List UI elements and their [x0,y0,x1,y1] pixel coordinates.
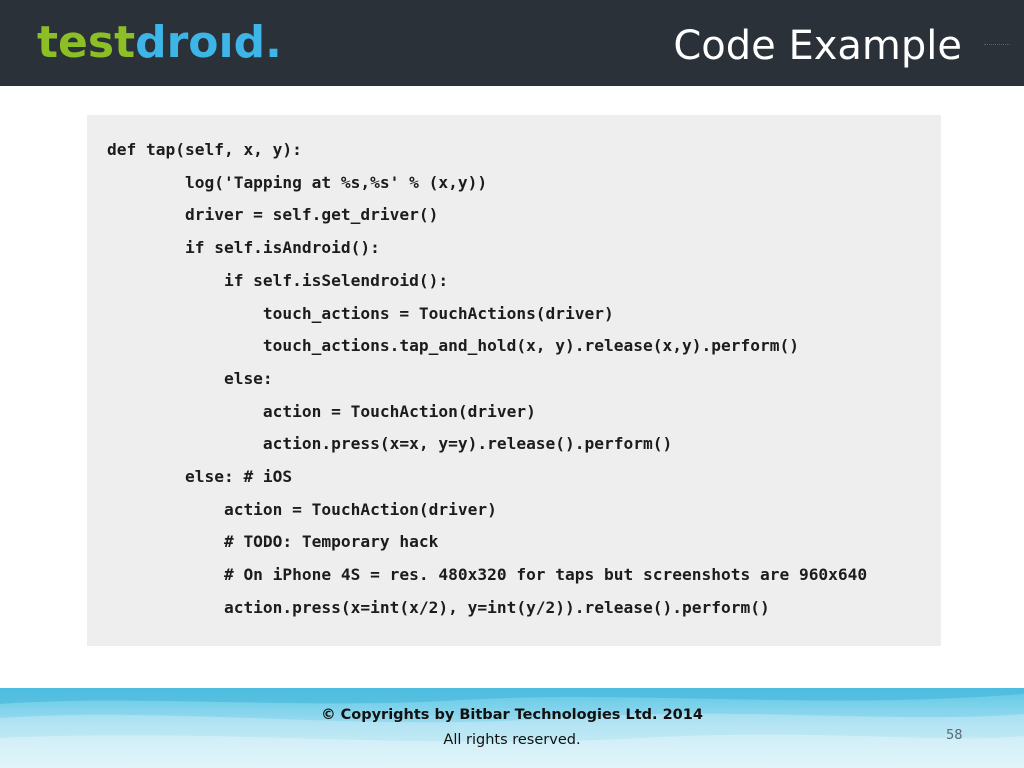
code-line: action = TouchAction(driver) [107,401,536,421]
code-line: action.press(x=x, y=y).release().perform… [107,434,673,454]
code-line: else: # iOS [107,467,293,486]
code-line: action.press(x=int(x/2), y=int(y/2)).rel… [107,597,770,617]
rights-line: All rights reserved. [0,732,1024,748]
code-line: driver = self.get_driver() [107,205,439,225]
logo-text-test: test [37,17,136,68]
code-lines: def tap(self, x, y): log('Tapping at %s,… [87,115,941,646]
footer-wave-decoration [0,688,1024,768]
logo-text-dro: dro [135,17,219,68]
rights-text: All rights reserved. [443,732,581,748]
code-line: touch_actions = TouchActions(driver) [107,303,614,323]
code-line: # TODO: Temporary hack [107,532,439,552]
header-ornament [984,44,1010,49]
code-line: if self.isAndroid(): [107,238,380,258]
copyright-text: © Copyrights by Bitbar Technologies Ltd.… [321,707,703,723]
code-line: def tap(self, x, y): [107,140,302,159]
slide-footer: © Copyrights by Bitbar Technologies Ltd.… [0,688,1024,768]
slide-header: testdroıd. Code Example [0,0,1024,86]
code-line: log('Tapping at %s,%s' % (x,y)) [107,172,488,192]
code-line: action = TouchAction(driver) [107,499,497,519]
code-panel: def tap(self, x, y): log('Tapping at %s,… [87,115,941,646]
logo-text-id: ıd. [218,17,282,68]
code-line: # On iPhone 4S = res. 480x320 for taps b… [107,565,868,585]
code-line: if self.isSelendroid(): [107,270,449,290]
testdroid-logo: testdroıd. [37,16,282,70]
copyright-line: © Copyrights by Bitbar Technologies Ltd.… [0,707,1024,723]
slide-number: 58 [946,728,963,743]
code-line: touch_actions.tap_and_hold(x, y).release… [107,336,799,356]
slide-title: Code Example [673,23,962,69]
code-line: else: [107,368,273,388]
